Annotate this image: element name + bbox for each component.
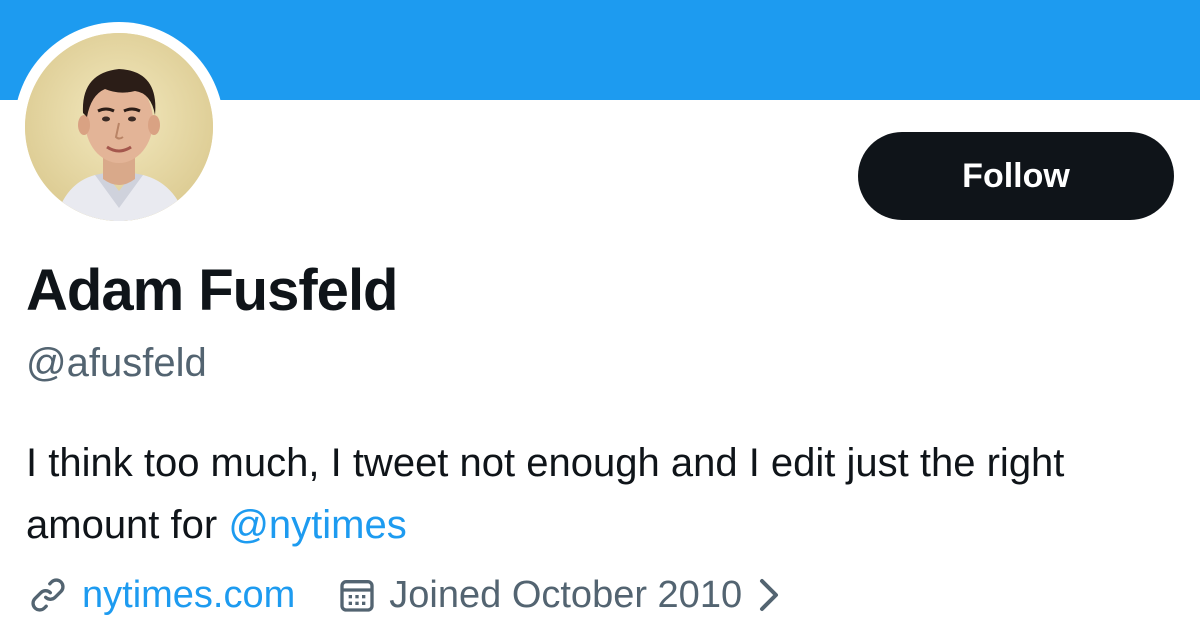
avatar[interactable] bbox=[25, 33, 213, 221]
profile-meta: nytimes.com Joined October 2010 bbox=[26, 568, 780, 622]
profile-handle: @afusfeld bbox=[26, 341, 207, 385]
profile-page: Follow Adam Fusfeld @afusfeld I think to… bbox=[0, 0, 1200, 640]
link-icon bbox=[26, 573, 70, 617]
bio-text: I think too much, I tweet not enough and… bbox=[26, 441, 1065, 547]
website-link[interactable]: nytimes.com bbox=[82, 568, 295, 622]
profile-bio: I think too much, I tweet not enough and… bbox=[26, 432, 1176, 556]
website-group: nytimes.com bbox=[26, 568, 295, 622]
avatar-ring bbox=[14, 22, 224, 232]
joined-group: Joined October 2010 bbox=[335, 568, 780, 622]
joined-date: Joined October 2010 bbox=[389, 574, 743, 616]
chevron-right-icon[interactable] bbox=[756, 575, 780, 615]
calendar-icon bbox=[335, 573, 379, 617]
bio-mention-link[interactable]: @nytimes bbox=[228, 503, 406, 547]
display-name: Adam Fusfeld bbox=[26, 258, 398, 323]
follow-button[interactable]: Follow bbox=[858, 132, 1174, 220]
